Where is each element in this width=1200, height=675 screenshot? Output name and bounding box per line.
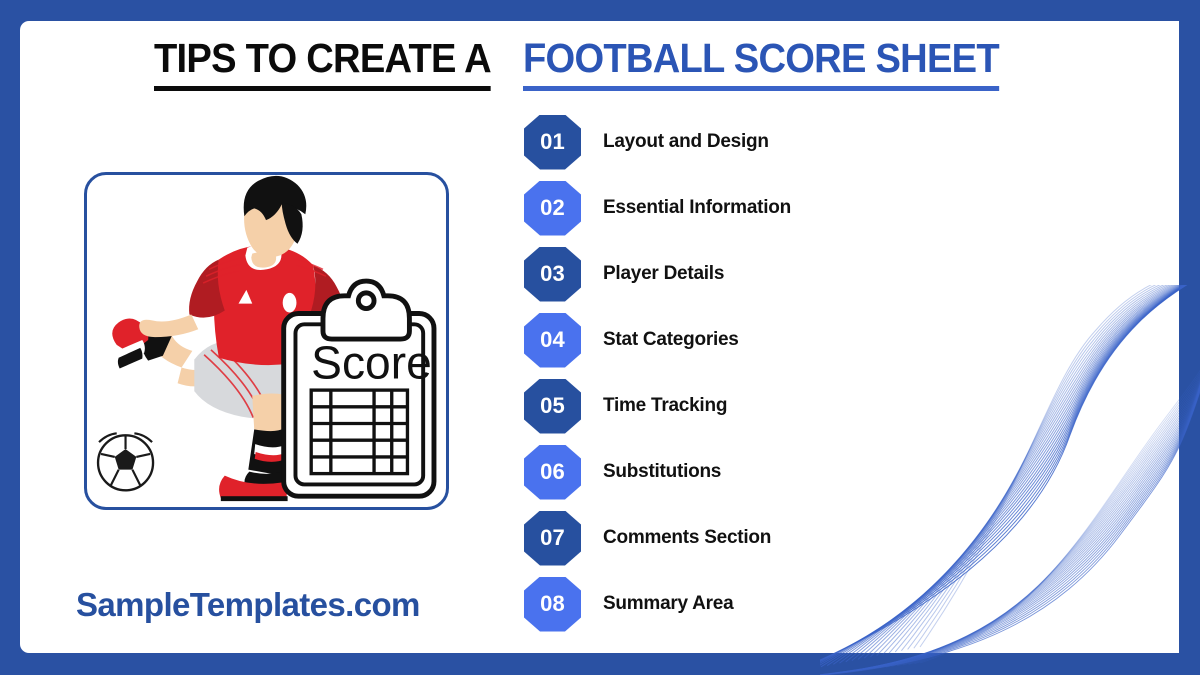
- tip-label: Comments Section: [603, 527, 772, 548]
- tip-badge-07: 07: [524, 510, 581, 566]
- tip-badge-04: 04: [524, 312, 581, 368]
- tip-label: Stat Categories: [603, 329, 739, 350]
- tip-number: 06: [540, 459, 565, 484]
- player-head: [243, 175, 307, 258]
- tip-badge-02: 02: [524, 180, 581, 236]
- tip-badge-06: 06: [524, 444, 581, 500]
- tip-number: 05: [540, 393, 565, 418]
- brand-footer: SampleTemplates.com: [76, 586, 420, 623]
- tip-number: 04: [540, 327, 565, 352]
- list-item[interactable]: 07 Comments Section: [524, 505, 1044, 571]
- football-player-illustration: Score: [96, 175, 437, 502]
- page-title: TIPS TO CREATE A FOOTBALL SCORE SHEET: [154, 31, 1084, 91]
- list-item[interactable]: 06 Substitutions: [524, 439, 1044, 505]
- tip-badge-05: 05: [524, 378, 581, 434]
- clipboard-score-label: Score: [311, 336, 432, 388]
- list-item[interactable]: 05 Time Tracking: [524, 373, 1044, 439]
- list-item[interactable]: 03 Player Details: [524, 241, 1044, 307]
- tip-label: Essential Information: [603, 197, 791, 218]
- list-item[interactable]: 08 Summary Area: [524, 571, 1044, 637]
- tip-label: Summary Area: [603, 593, 734, 614]
- tip-label: Substitutions: [603, 461, 722, 482]
- tip-number: 02: [540, 195, 565, 220]
- illustration-card: Score: [84, 172, 449, 510]
- white-canvas: TIPS TO CREATE A FOOTBALL SCORE SHEET Sc…: [20, 21, 1179, 653]
- list-item[interactable]: 04 Stat Categories: [524, 307, 1044, 373]
- score-clipboard-icon: [281, 278, 437, 499]
- page-title-part-2: FOOTBALL SCORE SHEET: [523, 38, 1000, 91]
- infographic-page: TIPS TO CREATE A FOOTBALL SCORE SHEET Sc…: [0, 0, 1200, 675]
- tip-number: 01: [540, 129, 565, 154]
- list-item[interactable]: 01 Layout and Design: [524, 109, 1044, 175]
- tip-label: Player Details: [603, 263, 725, 284]
- tip-number: 07: [540, 525, 565, 550]
- tip-badge-03: 03: [524, 246, 581, 302]
- page-title-part-1: TIPS TO CREATE A: [154, 38, 492, 91]
- tip-label: Layout and Design: [603, 131, 769, 152]
- soccer-ball-icon: [96, 432, 155, 492]
- tip-number: 03: [540, 261, 565, 286]
- tips-list: 01 Layout and Design 02 Essential Inform…: [524, 109, 1044, 637]
- list-item[interactable]: 02 Essential Information: [524, 175, 1044, 241]
- tip-label: Time Tracking: [603, 395, 728, 416]
- tip-number: 08: [540, 591, 565, 616]
- tip-badge-08: 08: [524, 576, 581, 632]
- tip-badge-01: 01: [524, 114, 581, 170]
